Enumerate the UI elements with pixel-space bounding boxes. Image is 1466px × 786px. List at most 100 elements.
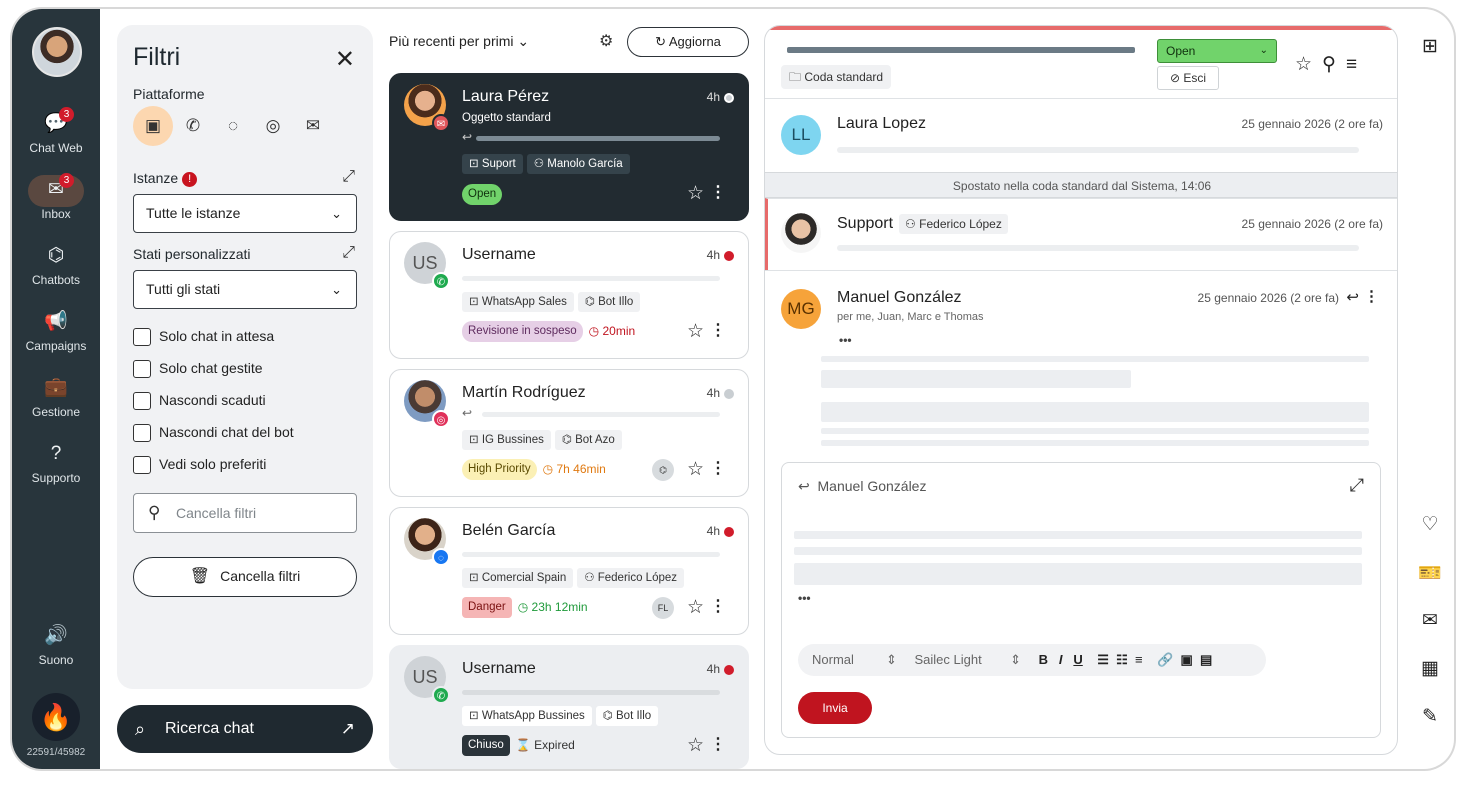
star-icon[interactable]: ☆ xyxy=(687,182,704,205)
font-select[interactable]: Sailec Light ⇕ xyxy=(914,652,1021,667)
nav-chatbots[interactable]: ⌬ Chatbots xyxy=(12,245,100,287)
add-widget-icon[interactable]: ⊞ xyxy=(1415,35,1445,58)
ellipsis-icon[interactable]: ••• xyxy=(798,591,811,605)
conversation-panel: 🗀 Coda standard Open ⌄ ⊘ Esci ☆⚲≡ LL Laur… xyxy=(764,25,1398,755)
bullet-list-icon[interactable]: ☷ xyxy=(1116,652,1128,667)
checkbox-box[interactable] xyxy=(133,360,151,379)
menu-icon[interactable]: ≡ xyxy=(1346,54,1367,75)
timer: ◷ 7h 46min xyxy=(543,462,606,476)
chat-card[interactable]: ◎ Martín Rodríguez 4h ↩ ⊡ IG Bussines ⌬ B… xyxy=(389,369,749,497)
user-avatar[interactable] xyxy=(32,27,82,77)
more-icon[interactable]: ⋮ xyxy=(710,734,726,754)
checkbox-favorites[interactable]: Vedi solo preferiti xyxy=(133,456,266,475)
nav-chat-web[interactable]: 💬 Chat Web xyxy=(12,113,100,155)
checkbox-box[interactable] xyxy=(133,424,151,443)
heart-handshake-icon[interactable]: ♡ xyxy=(1415,513,1445,536)
reply-editor[interactable]: ↩ Manuel González ⤢ ••• Normal ⇕ Sailec … xyxy=(781,462,1381,738)
expand-icon[interactable]: ⤢ xyxy=(342,244,355,262)
checkbox-box[interactable] xyxy=(133,328,151,347)
all-platforms-icon[interactable]: ▣ xyxy=(133,106,173,146)
paragraph-style-select[interactable]: Normal ⇕ xyxy=(812,652,897,667)
clear-filters-button[interactable]: 🗑 Cancella filtri xyxy=(133,557,357,597)
chevron-down-icon: ⌄ xyxy=(517,33,530,49)
star-icon[interactable]: ☆ xyxy=(687,320,704,343)
status-pill: Open xyxy=(462,184,503,205)
instances-label-text: Istanze xyxy=(133,170,179,186)
reply-icon[interactable]: ↩ xyxy=(1346,288,1359,306)
checkbox-managed[interactable]: Solo chat gestite xyxy=(133,360,263,379)
star-icon[interactable]: ☆ xyxy=(687,596,704,619)
star-icon[interactable]: ☆ xyxy=(687,734,704,757)
underline-icon[interactable]: U xyxy=(1073,652,1082,667)
nav-gestione[interactable]: 💼 Gestione xyxy=(12,377,100,419)
message-preview xyxy=(462,690,720,695)
nav-chat-web-label: Chat Web xyxy=(29,141,83,155)
state-select[interactable]: Open ⌄ xyxy=(1157,39,1277,63)
chat-card[interactable]: US ✆ Username 4h ⊡ WhatsApp Bussines ⌬ Bo… xyxy=(389,645,749,769)
nav-supporto[interactable]: ? Supporto xyxy=(12,443,100,485)
custom-states-select-value: Tutti gli stati xyxy=(146,281,221,297)
queue-tag[interactable]: 🗀 Coda standard xyxy=(781,65,892,89)
filter-settings-icon[interactable]: ⚙ xyxy=(599,31,613,51)
checkbox-box[interactable] xyxy=(133,392,151,411)
search-icon[interactable]: ⚲ xyxy=(1322,54,1346,75)
messenger-icon[interactable]: ◌ xyxy=(217,110,249,142)
checkbox-hide-bot[interactable]: Nascondi chat del bot xyxy=(133,424,294,443)
mail-sparkle-icon[interactable]: ✉ xyxy=(1415,609,1445,632)
nav-sound[interactable]: 🔊 Suono xyxy=(12,625,100,667)
chat-tags: ⊡ WhatsApp Bussines ⌬ Bot Illo xyxy=(462,706,662,726)
chat-card[interactable]: ✉ Laura Pérez 4h Oggetto standard ↩ ⊡ Su… xyxy=(389,73,749,221)
filter-search-input[interactable]: ⚲ Cancella filtri xyxy=(133,493,357,533)
more-icon[interactable]: ⋮ xyxy=(1364,287,1379,305)
italic-icon[interactable]: I xyxy=(1059,652,1063,667)
more-icon[interactable]: ⋮ xyxy=(710,596,726,616)
refresh-button[interactable]: ↻ Aggiorna xyxy=(627,27,749,57)
instagram-icon[interactable]: ◎ xyxy=(257,110,289,142)
exit-button[interactable]: ⊘ Esci xyxy=(1157,66,1219,90)
send-button[interactable]: Invia xyxy=(798,692,872,724)
checkbox-hide-expired[interactable]: Nascondi scaduti xyxy=(133,392,266,411)
bot-tag: ⌬ Bot Illo xyxy=(577,292,641,312)
contact-name: Username xyxy=(462,246,536,263)
ticket-icon[interactable]: 🎫 xyxy=(1415,561,1445,585)
checkbox-box[interactable] xyxy=(133,456,151,475)
nav-campaigns[interactable]: 📢 Campaigns xyxy=(12,311,100,353)
close-icon[interactable]: ✕ xyxy=(335,45,355,74)
ellipsis-icon[interactable]: ••• xyxy=(839,333,852,347)
chevron-down-icon: ⌄ xyxy=(331,206,342,221)
star-icon[interactable]: ☆ xyxy=(1295,54,1322,75)
expand-icon[interactable]: ⤢ xyxy=(342,168,355,186)
expand-editor-icon[interactable]: ⤢ xyxy=(1350,475,1364,496)
chat-status: Chiuso ⌛ Expired xyxy=(462,735,575,756)
external-link-icon: ↗ xyxy=(340,719,355,738)
bold-icon[interactable]: B xyxy=(1039,652,1048,667)
apps-grid-icon[interactable]: ▦ xyxy=(1415,657,1445,680)
instances-label: Istanze! xyxy=(133,170,198,187)
message-item[interactable]: LL Laura Lopez 25 gennaio 2026 (2 ore fa… xyxy=(765,98,1397,172)
more-icon[interactable]: ⋮ xyxy=(710,320,726,340)
chat-card[interactable]: ◌ Belén García 4h ⊡ Comercial Spain ⚇ Fed… xyxy=(389,507,749,635)
message-item[interactable]: Support ⚇ Federico López 25 gennaio 2026 … xyxy=(765,198,1397,270)
ordered-list-icon[interactable]: ☰ xyxy=(1097,652,1109,667)
checkbox-waiting[interactable]: Solo chat in attesa xyxy=(133,328,274,347)
instances-select[interactable]: Tutte le istanze ⌄ xyxy=(133,194,357,233)
nav-inbox[interactable]: ✉ Inbox xyxy=(12,179,100,221)
draft-line xyxy=(794,563,1362,585)
search-chat-button[interactable]: ⌕ Ricerca chat ↗ xyxy=(117,705,373,753)
star-icon[interactable]: ☆ xyxy=(687,458,704,481)
chat-card[interactable]: US ✆ Username 4h ⊡ WhatsApp Sales ⌬ Bot I… xyxy=(389,231,749,359)
chat-time: 4h xyxy=(706,662,720,676)
sort-dropdown[interactable]: Più recenti per primi ⌄ xyxy=(389,33,529,50)
more-icon[interactable]: ⋮ xyxy=(710,458,726,478)
assignee-avatar: FL xyxy=(652,597,674,619)
image-icon[interactable]: ▣ xyxy=(1180,652,1192,667)
video-icon[interactable]: ▤ xyxy=(1200,652,1212,667)
align-icon[interactable]: ≡ xyxy=(1135,652,1143,667)
edit-icon[interactable]: ✎ xyxy=(1415,705,1445,728)
whatsapp-icon[interactable]: ✆ xyxy=(177,110,209,142)
email-icon[interactable]: ✉ xyxy=(297,110,329,142)
more-icon[interactable]: ⋮ xyxy=(710,182,726,202)
clock-icon: ◷ xyxy=(517,599,529,614)
custom-states-select[interactable]: Tutti gli stati ⌄ xyxy=(133,270,357,309)
link-icon[interactable]: 🔗 xyxy=(1157,652,1173,667)
